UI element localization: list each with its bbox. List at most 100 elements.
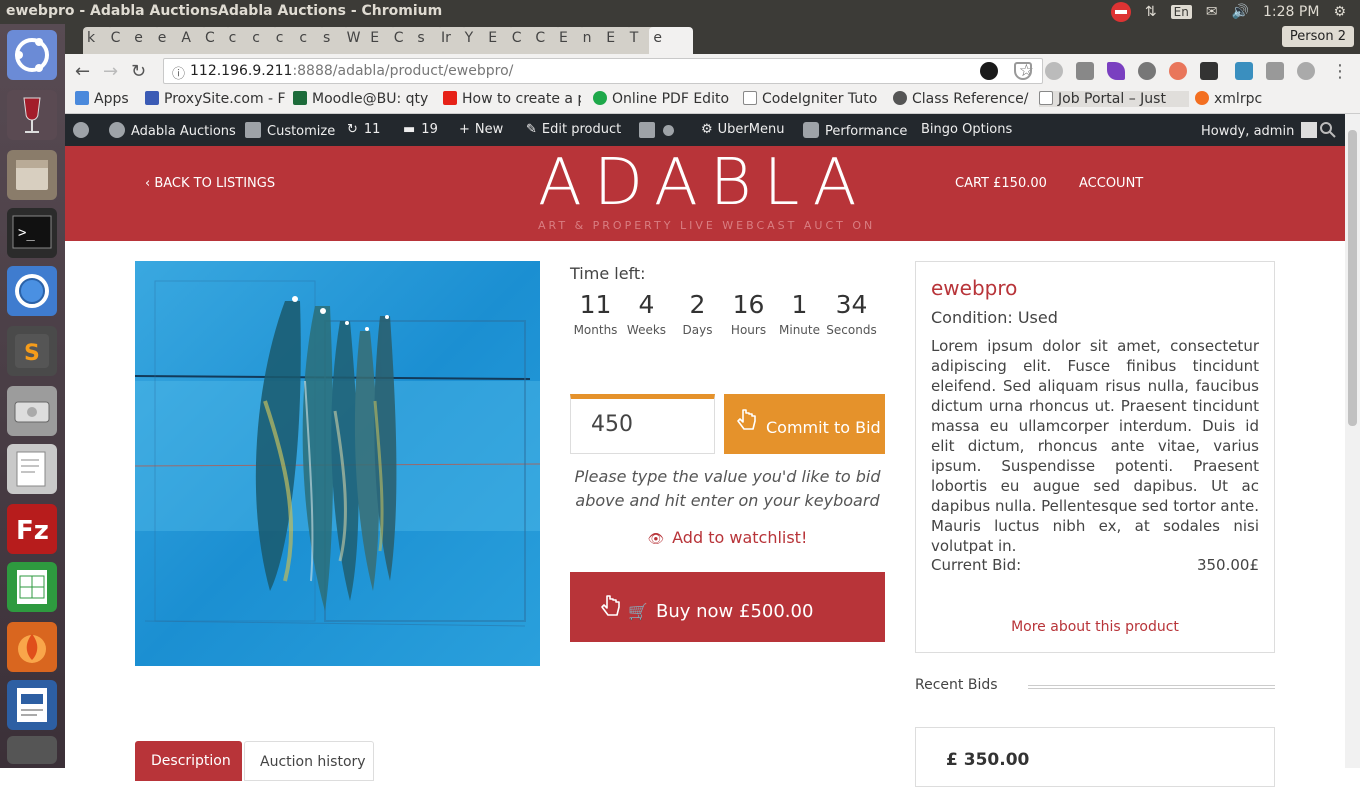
admin-ubermenu-link[interactable]: ⚙ UberMenu bbox=[701, 122, 784, 137]
browser-toolbar: ← → ↻ ⓘ 112.196.9.211:8888/adabla/produc… bbox=[65, 54, 1360, 88]
admin-edit-product-link[interactable]: ✎ Edit product bbox=[526, 122, 621, 137]
countdown-months: 11 Months bbox=[573, 290, 618, 337]
cart-link[interactable]: CART £150.00 bbox=[955, 176, 1047, 191]
wp-admin-bar: Adabla Auctions Customize ↻ 11 ▬ 19 + New ✎… bbox=[65, 114, 1345, 146]
eye-icon: 👁 bbox=[647, 532, 665, 547]
color-picker-extension-icon[interactable] bbox=[1235, 62, 1253, 80]
back-to-listings-link[interactable]: ‹ BACK TO LISTINGS bbox=[145, 176, 275, 191]
site-logo[interactable]: ADABLA bbox=[538, 146, 869, 220]
network-icon[interactable]: ⇅ bbox=[1145, 4, 1157, 20]
download-extension-icon[interactable] bbox=[1076, 62, 1094, 80]
filezilla-icon[interactable]: Fz bbox=[7, 504, 57, 554]
spreadsheet-icon[interactable] bbox=[7, 562, 57, 612]
back-arrow-icon[interactable]: ← bbox=[75, 61, 90, 82]
add-to-watchlist-link[interactable]: 👁 Add to watchlist! bbox=[570, 528, 885, 547]
bookmarks-bar: Apps ProxySite.com - F Moodle@BU: qty Ho… bbox=[65, 88, 1360, 114]
clock[interactable]: 1:28 PM bbox=[1263, 4, 1319, 20]
tools-extension-icon[interactable] bbox=[1297, 62, 1315, 80]
bookmark-pdf-editor[interactable]: Online PDF Edito bbox=[593, 91, 733, 107]
feather-extension-icon[interactable] bbox=[1107, 62, 1125, 80]
status-dot-icon[interactable] bbox=[663, 122, 680, 137]
bookmark-proxysite[interactable]: ProxySite.com - F bbox=[145, 91, 285, 107]
recent-bids-divider bbox=[1028, 685, 1275, 689]
trash-icon[interactable] bbox=[7, 736, 57, 764]
shield-extension-icon[interactable] bbox=[1014, 62, 1032, 80]
comment-icon: ▬ bbox=[403, 122, 416, 137]
admin-updates-link[interactable]: ↻ 11 bbox=[347, 122, 380, 137]
countdown-weeks: 4 Weeks bbox=[626, 290, 667, 337]
admin-site-link[interactable]: Adabla Auctions bbox=[109, 122, 236, 139]
brush-icon bbox=[245, 122, 261, 138]
product-description: Lorem ipsum dolor sit amet, consectetur … bbox=[931, 337, 1259, 555]
admin-customize-link[interactable]: Customize bbox=[245, 122, 335, 139]
extension-new-icon[interactable] bbox=[980, 62, 998, 80]
admin-bingo-options-link[interactable]: Bingo Options bbox=[921, 122, 1012, 137]
product-name: ewebpro bbox=[931, 276, 1018, 300]
bid-amount-input[interactable]: 450 bbox=[570, 394, 715, 454]
profile-button[interactable]: Person 2 bbox=[1281, 26, 1354, 47]
cart-icon: 🛒 bbox=[628, 602, 648, 621]
reload-icon[interactable]: ↻ bbox=[131, 61, 146, 82]
wine-icon[interactable] bbox=[7, 90, 57, 140]
product-condition: Condition: Used bbox=[931, 308, 1058, 327]
admin-new-link[interactable]: + New bbox=[459, 122, 503, 137]
bookmark-codeigniter[interactable]: CodeIgniter Tuto bbox=[743, 91, 881, 107]
wordpress-logo-icon[interactable] bbox=[73, 122, 95, 139]
stop-indicator-icon[interactable] bbox=[1110, 2, 1131, 22]
search-icon[interactable] bbox=[1320, 122, 1336, 142]
bookmark-apps[interactable]: Apps bbox=[75, 91, 135, 107]
product-summary-panel: ewebpro Condition: Used Lorem ipsum dolo… bbox=[915, 261, 1275, 653]
tab-auction-history[interactable]: Auction history bbox=[244, 741, 374, 781]
buy-now-button[interactable]: 🛒 Buy now £500.00 bbox=[570, 572, 885, 642]
document-writer-icon[interactable] bbox=[7, 680, 57, 730]
account-link[interactable]: ACCOUNT bbox=[1079, 176, 1143, 191]
countdown-seconds: 34 Seconds bbox=[826, 290, 877, 337]
countdown-days: 2 Days bbox=[682, 290, 713, 337]
file-manager-icon[interactable] bbox=[7, 150, 57, 200]
site-tagline: ART & PROPERTY LIVE WEBCAST AUCT ON bbox=[538, 219, 876, 232]
system-tray: ⇅ En ✉ 🔊 1:28 PM ⚙ bbox=[1110, 2, 1346, 22]
wordpress-extension-icon[interactable] bbox=[1138, 62, 1156, 80]
rss-extension-icon[interactable] bbox=[1169, 62, 1187, 80]
disk-drive-icon[interactable] bbox=[7, 386, 57, 436]
bookmark-youtube[interactable]: How to create a p bbox=[443, 91, 581, 107]
scrollbar-thumb[interactable] bbox=[1348, 130, 1357, 426]
terminal-icon[interactable]: >_ bbox=[7, 208, 57, 258]
current-bid-label: Current Bid: bbox=[931, 556, 1022, 574]
xampp-icon[interactable] bbox=[7, 622, 57, 672]
keyboard-layout[interactable]: En bbox=[1170, 5, 1192, 19]
admin-comments-link[interactable]: ▬ 19 bbox=[403, 122, 438, 137]
address-bar[interactable]: ⓘ 112.196.9.211:8888/adabla/product/eweb… bbox=[163, 58, 1043, 84]
browser-tab[interactable]: e bbox=[649, 27, 694, 54]
admin-performance-link[interactable]: Performance bbox=[803, 122, 907, 139]
recent-bid-item: £ 350.00 bbox=[915, 727, 1275, 787]
bookmark-moodle[interactable]: Moodle@BU: qty bbox=[293, 91, 431, 107]
page-info-icon[interactable]: ⓘ bbox=[172, 63, 185, 82]
product-image[interactable] bbox=[135, 261, 540, 666]
refresh-icon: ↻ bbox=[347, 122, 358, 137]
bid-hint-text: Please type the value you'd like to bid … bbox=[574, 467, 881, 510]
menu-dots-icon[interactable]: ⋮ bbox=[1331, 61, 1349, 82]
text-editor-icon[interactable] bbox=[7, 444, 57, 494]
mail-icon[interactable]: ✉ bbox=[1206, 4, 1218, 20]
commit-to-bid-button[interactable]: Commit to Bid bbox=[724, 394, 885, 454]
bookmark-job-portal[interactable]: Job Portal – Just bbox=[1039, 91, 1189, 107]
bookmark-xmlrpc[interactable]: xmlrpc bbox=[1195, 91, 1275, 107]
volume-icon[interactable]: 🔊 bbox=[1232, 4, 1249, 20]
sublime-text-icon[interactable]: S bbox=[7, 326, 57, 376]
admin-account-link[interactable]: Howdy, admin bbox=[1201, 122, 1318, 139]
forward-arrow-icon[interactable]: → bbox=[103, 61, 118, 82]
url-path: :8888/adabla/product/ewebpro/ bbox=[292, 63, 514, 79]
pointing-hand-icon bbox=[737, 409, 756, 430]
ubuntu-dash-icon[interactable] bbox=[7, 30, 57, 80]
code-extension-icon[interactable] bbox=[1266, 62, 1284, 80]
more-about-product-link[interactable]: More about this product bbox=[916, 619, 1274, 635]
film-extension-icon[interactable] bbox=[1200, 62, 1218, 80]
settings-gear-icon[interactable]: ⚙ bbox=[1333, 4, 1346, 20]
page-scrollbar[interactable] bbox=[1345, 114, 1360, 768]
tab-description[interactable]: Description bbox=[135, 741, 242, 781]
bookmark-class-reference[interactable]: Class Reference/ bbox=[893, 91, 1029, 107]
chromium-icon[interactable] bbox=[7, 266, 57, 316]
yoast-icon[interactable] bbox=[639, 122, 661, 139]
cloud-extension-icon[interactable] bbox=[1045, 62, 1063, 80]
